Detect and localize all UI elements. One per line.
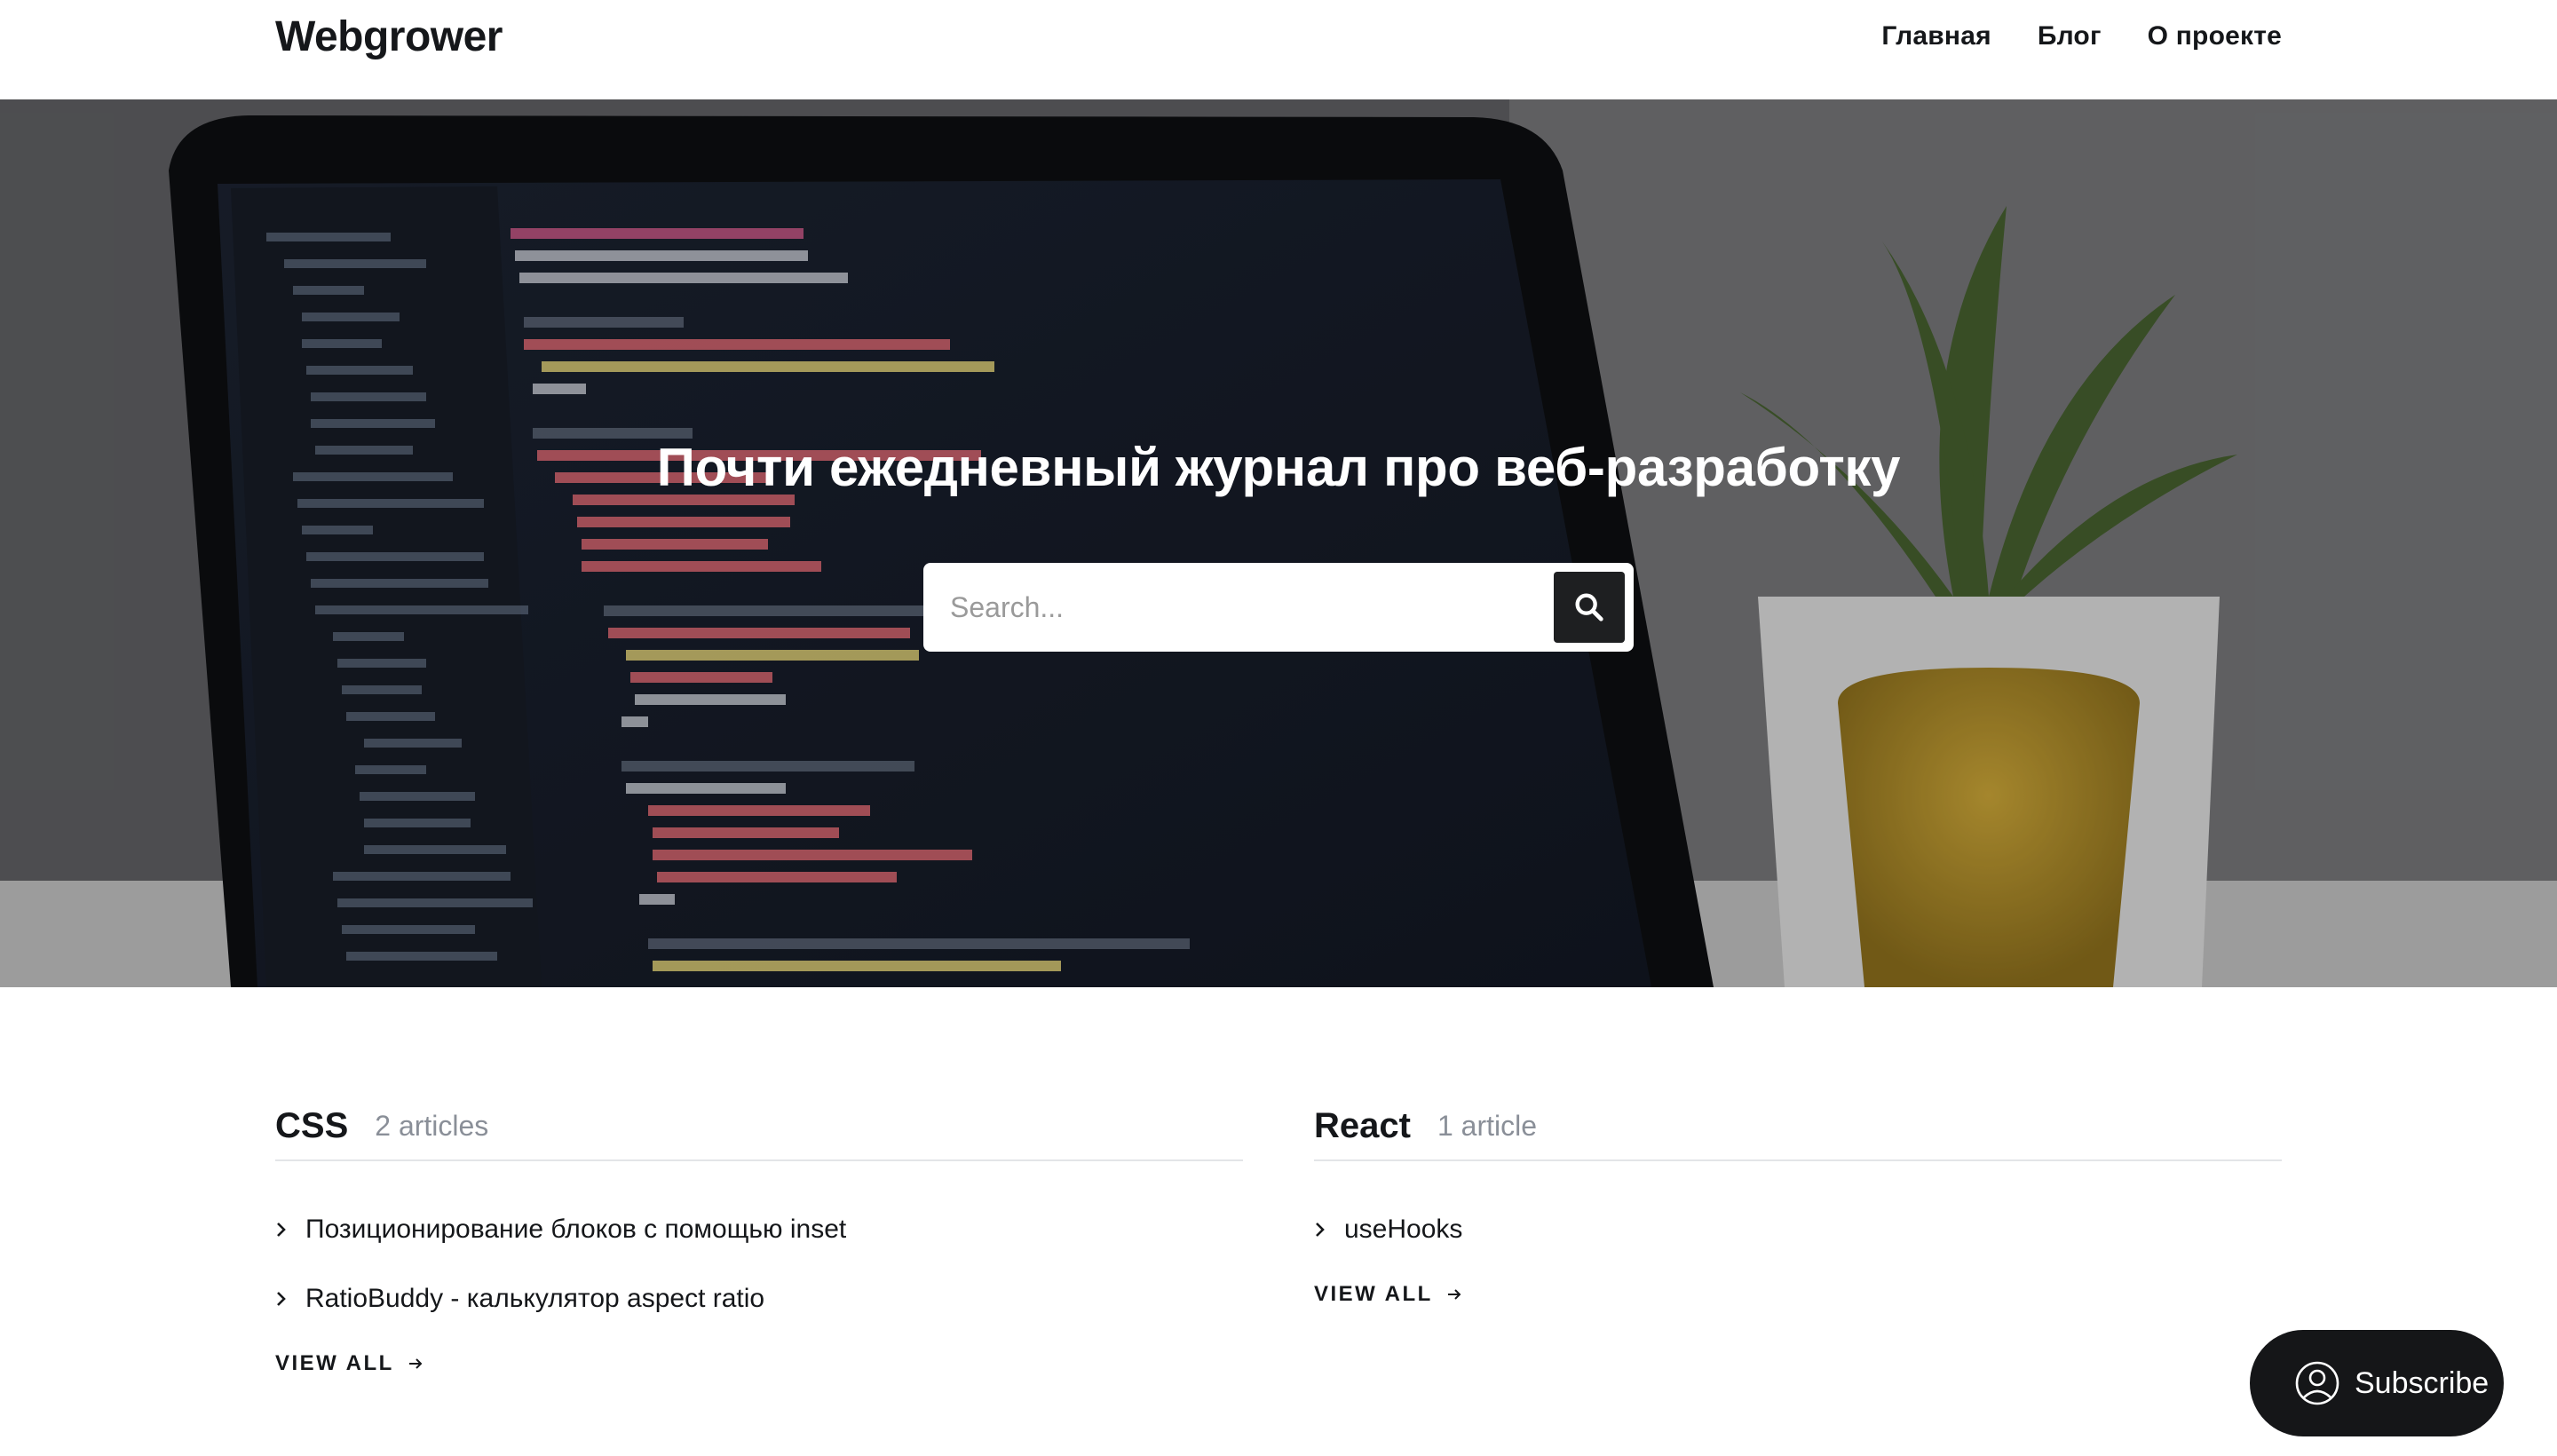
view-all-label: VIEW ALL <box>275 1351 394 1375</box>
view-all-label: VIEW ALL <box>1314 1282 1433 1306</box>
nav-item-about[interactable]: О проекте <box>2148 18 2282 55</box>
topic-count: 1 article <box>1437 1109 1537 1142</box>
subscribe-label: Subscribe <box>2355 1365 2490 1400</box>
view-all-link-css[interactable]: VIEW ALL <box>275 1351 424 1376</box>
post-link[interactable]: useHooks <box>1344 1215 1462 1245</box>
main-nav: Главная Блог О проекте <box>1881 18 2282 55</box>
topic-react: React 1 article useHooks VIEW ALL <box>1314 1092 2282 1307</box>
user-icon <box>2295 1361 2339 1405</box>
search-icon <box>1575 593 1603 621</box>
arrow-right-icon <box>408 1358 423 1369</box>
post-list: useHooks <box>1314 1195 2282 1264</box>
chevron-right-icon <box>275 1221 305 1238</box>
subscribe-button[interactable]: Subscribe <box>2250 1330 2504 1436</box>
arrow-right-icon <box>1447 1289 1461 1300</box>
topic-count: 2 articles <box>375 1109 489 1142</box>
topic-header: React 1 article <box>1314 1092 2282 1161</box>
hero-title: Почти ежедневный журнал про веб-разработ… <box>656 438 1901 497</box>
nav-item-blog[interactable]: Блог <box>2038 18 2102 55</box>
site-logo[interactable]: Webgrower <box>275 12 503 62</box>
search-button[interactable] <box>1554 572 1625 643</box>
nav-item-home[interactable]: Главная <box>1881 18 1991 55</box>
topic-name-react[interactable]: React <box>1314 1106 1411 1146</box>
list-item: Позиционирование блоков с помощью inset <box>275 1195 1243 1264</box>
search-input[interactable] <box>923 563 1545 652</box>
list-item: RatioBuddy - калькулятор aspect ratio <box>275 1264 1243 1333</box>
post-list: Позиционирование блоков с помощью inset … <box>275 1195 1243 1333</box>
topic-header: CSS 2 articles <box>275 1092 1243 1161</box>
hero: Почти ежедневный журнал про веб-разработ… <box>0 99 2557 987</box>
chevron-right-icon <box>275 1290 305 1308</box>
site-header: Webgrower Главная Блог О проекте <box>0 0 2557 99</box>
post-link[interactable]: Позиционирование блоков с помощью inset <box>305 1215 846 1245</box>
topic-name-css[interactable]: CSS <box>275 1106 348 1146</box>
view-all-link-react[interactable]: VIEW ALL <box>1314 1282 1463 1307</box>
chevron-right-icon <box>1314 1221 1344 1238</box>
list-item: useHooks <box>1314 1195 2282 1264</box>
topic-css: CSS 2 articles Позиционирование блоков с… <box>275 1092 1243 1376</box>
hero-overlay <box>0 99 2557 987</box>
search-form <box>923 563 1634 652</box>
post-link[interactable]: RatioBuddy - калькулятор aspect ratio <box>305 1284 764 1314</box>
